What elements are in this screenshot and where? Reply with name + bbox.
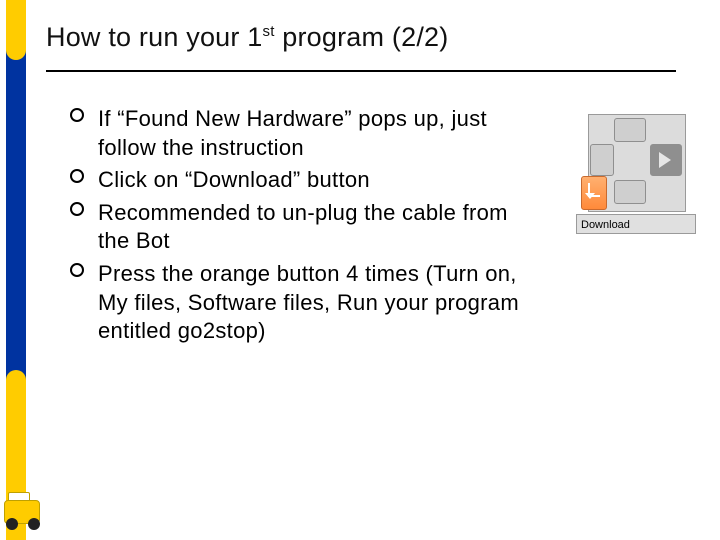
title-text-1: How to run your 1 — [46, 22, 263, 52]
title-underline — [46, 70, 676, 72]
bullet-text: Recommended to un-plug the cable from th… — [98, 200, 508, 254]
download-button[interactable] — [581, 176, 607, 210]
bullet-text: Click on “Download” button — [98, 167, 370, 192]
title-text-2: program (2/2) — [275, 22, 449, 52]
download-arrow-icon — [588, 183, 600, 197]
bullet-marker-icon — [70, 202, 84, 216]
stripe-top-accent — [6, 0, 26, 60]
slide: How to run your 1st program (2/2) If “Fo… — [0, 0, 720, 540]
pad-down-button[interactable] — [614, 180, 646, 204]
bullet-marker-icon — [70, 263, 84, 277]
bullet-item: Click on “Download” button — [70, 166, 520, 195]
pad-up-button[interactable] — [614, 118, 646, 142]
robot-wheel-icon — [28, 518, 40, 530]
bullet-item: Press the orange button 4 times (Turn on… — [70, 260, 520, 346]
bullet-text: If “Found New Hardware” pops up, just fo… — [98, 106, 487, 160]
left-stripe — [6, 0, 26, 540]
bullet-marker-icon — [70, 108, 84, 122]
title-ordinal: st — [263, 23, 275, 40]
slide-title: How to run your 1st program (2/2) — [46, 22, 448, 53]
bullet-text: Press the orange button 4 times (Turn on… — [98, 261, 519, 343]
pad-left-button[interactable] — [590, 144, 614, 176]
download-label: Download — [576, 214, 696, 234]
bullet-item: Recommended to un-plug the cable from th… — [70, 199, 520, 256]
download-pad-clip: Download — [576, 110, 696, 260]
robot-icon — [0, 490, 54, 534]
bullet-item: If “Found New Hardware” pops up, just fo… — [70, 105, 520, 162]
robot-wheel-icon — [6, 518, 18, 530]
bullet-marker-icon — [70, 169, 84, 183]
bullet-list: If “Found New Hardware” pops up, just fo… — [70, 105, 520, 350]
pad-play-button[interactable] — [650, 144, 682, 176]
